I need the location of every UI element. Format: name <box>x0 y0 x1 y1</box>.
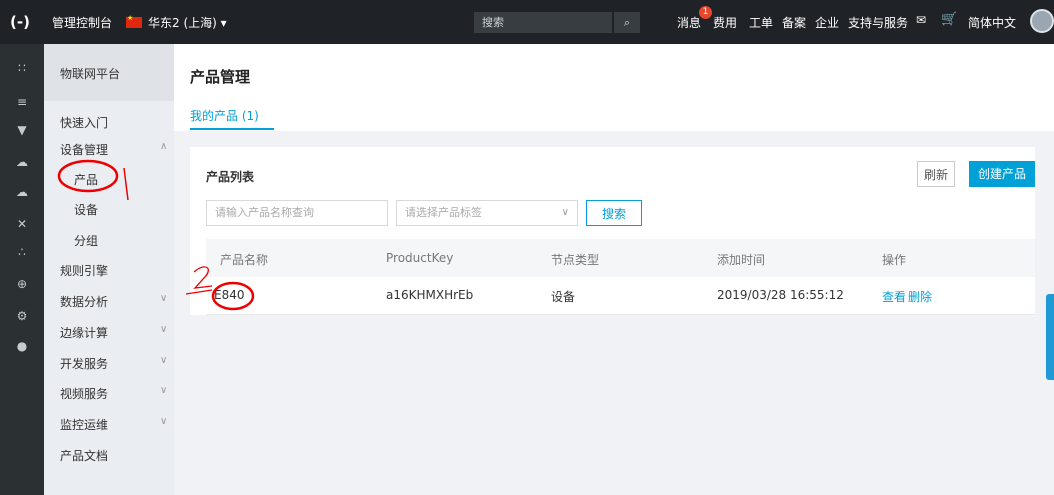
search-button[interactable]: 搜索 <box>586 200 642 226</box>
china-flag-icon <box>126 14 142 28</box>
globe-icon[interactable]: ⊕ <box>14 276 30 292</box>
search-icon[interactable]: ⌕ <box>614 12 640 33</box>
sidebar-item-edge-computing[interactable]: 边缘计算 <box>60 324 108 341</box>
language-selector[interactable]: 简体中文 <box>968 14 1016 31</box>
product-list-card: 产品列表 刷新 创建产品 请输入产品名称查询 请选择产品标签 ∨ 搜索 产品名称… <box>190 147 1035 315</box>
iot-sidebar: 物联网平台 快速入门 设备管理 ∧ 产品 设备 分组 规则引擎 数据分析 ∨ 边… <box>44 44 174 495</box>
product-icon-bar: ∷ ≡ ▼ ☁ ☁ ✕ ∴ ⊕ ⚙ ● <box>0 44 44 495</box>
sidebar-item-monitoring[interactable]: 监控运维 <box>60 416 108 433</box>
enterprise-link[interactable]: 企业 <box>815 14 839 31</box>
sidebar-item-devices[interactable]: 设备 <box>74 201 98 218</box>
user-avatar[interactable] <box>1030 9 1054 33</box>
region-label: 华东2 (上海) ▾ <box>148 16 227 30</box>
chevron-down-icon: ∨ <box>561 207 569 218</box>
column-header-actions: 操作 <box>882 253 907 267</box>
chevron-down-icon: ∨ <box>160 385 168 396</box>
mail-icon[interactable]: ✉ <box>916 13 926 27</box>
cart-icon[interactable]: 🛒 <box>941 12 957 27</box>
page-title: 产品管理 <box>190 68 251 86</box>
active-tab-indicator <box>190 128 274 130</box>
feedback-float-tab[interactable] <box>1046 294 1054 380</box>
messages-link[interactable]: 消息 <box>677 14 701 31</box>
network-icon[interactable]: ∴ <box>14 244 30 260</box>
chevron-down-icon: ∨ <box>160 293 168 304</box>
table-row: E840 a16KHMXHrEb 设备 2019/03/28 16:55:12 … <box>206 277 1035 315</box>
product-name-search-input[interactable]: 请输入产品名称查询 <box>206 200 388 226</box>
sidebar-item-device-management[interactable]: 设备管理 <box>60 141 108 158</box>
sidebar-item-video-services[interactable]: 视频服务 <box>60 385 108 402</box>
view-link[interactable]: 查看 <box>882 288 906 305</box>
chevron-down-icon: ∨ <box>160 324 168 335</box>
column-header-productkey: ProductKey <box>386 251 454 265</box>
main-content: 产品管理 我的产品 (1) 产品列表 刷新 创建产品 请输入产品名称查询 请选择… <box>174 44 1054 495</box>
ticket-link[interactable]: 工单 <box>749 14 773 31</box>
delete-link[interactable]: 删除 <box>908 288 932 305</box>
product-tag-placeholder: 请选择产品标签 <box>405 206 482 219</box>
shield-icon[interactable]: ▼ <box>14 122 30 138</box>
chevron-down-icon: ∨ <box>160 416 168 427</box>
sidebar-title: 物联网平台 <box>60 67 121 81</box>
table-header: 产品名称 ProductKey 节点类型 添加时间 操作 <box>206 239 1035 277</box>
circle-icon[interactable]: ● <box>14 338 30 354</box>
cloud-alt-icon[interactable]: ☁ <box>14 184 30 200</box>
icp-filing-link[interactable]: 备案 <box>782 14 806 31</box>
product-tag-select[interactable]: 请选择产品标签 ∨ <box>396 200 578 226</box>
tab-my-products[interactable]: 我的产品 (1) <box>190 107 259 124</box>
node-type-cell: 设备 <box>551 290 576 304</box>
column-header-added-time: 添加时间 <box>717 253 766 267</box>
productkey-cell: a16KHMXHrEb <box>386 288 474 302</box>
sidebar-item-quickstart[interactable]: 快速入门 <box>60 114 108 131</box>
support-link[interactable]: 支持与服务 <box>848 14 908 31</box>
sidebar-item-product-docs[interactable]: 产品文档 <box>60 447 108 464</box>
search-input[interactable]: 搜索 <box>474 12 612 33</box>
column-header-node-type: 节点类型 <box>551 253 600 267</box>
refresh-button[interactable]: 刷新 <box>917 161 955 187</box>
console-title[interactable]: 管理控制台 <box>52 14 112 31</box>
billing-link[interactable]: 费用 <box>713 14 737 31</box>
create-product-button[interactable]: 创建产品 <box>969 161 1035 187</box>
list-icon[interactable]: ≡ <box>14 94 30 110</box>
chevron-down-icon: ∨ <box>160 355 168 366</box>
region-selector[interactable]: 华东2 (上海) ▾ <box>126 14 227 31</box>
message-count-badge: 1 <box>699 6 712 19</box>
cloud-icon[interactable]: ☁ <box>14 154 30 170</box>
aliyun-logo-icon[interactable]: (-) <box>10 12 30 32</box>
sidebar-item-rule-engine[interactable]: 规则引擎 <box>60 262 108 279</box>
sidebar-item-products[interactable]: 产品 <box>74 171 98 188</box>
product-name-cell: E840 <box>214 288 245 302</box>
settings-icon[interactable]: ⚙ <box>14 308 30 324</box>
tools-icon[interactable]: ✕ <box>14 216 30 232</box>
column-header-product-name: 产品名称 <box>220 253 269 267</box>
sidebar-item-dev-services[interactable]: 开发服务 <box>60 355 108 372</box>
grid-icon[interactable]: ∷ <box>14 60 30 76</box>
sidebar-item-groups[interactable]: 分组 <box>74 232 98 249</box>
page-header: 产品管理 我的产品 (1) <box>174 44 1054 131</box>
sidebar-item-data-analysis[interactable]: 数据分析 <box>60 293 108 310</box>
top-navigation-bar: (-) 管理控制台 华东2 (上海) ▾ 搜索 ⌕ 消息 1 费用 工单 备案 … <box>0 0 1054 44</box>
chevron-up-icon: ∧ <box>160 141 168 152</box>
added-time-cell: 2019/03/28 16:55:12 <box>717 288 844 302</box>
sidebar-header: 物联网平台 <box>44 44 174 101</box>
card-title: 产品列表 <box>206 170 255 184</box>
